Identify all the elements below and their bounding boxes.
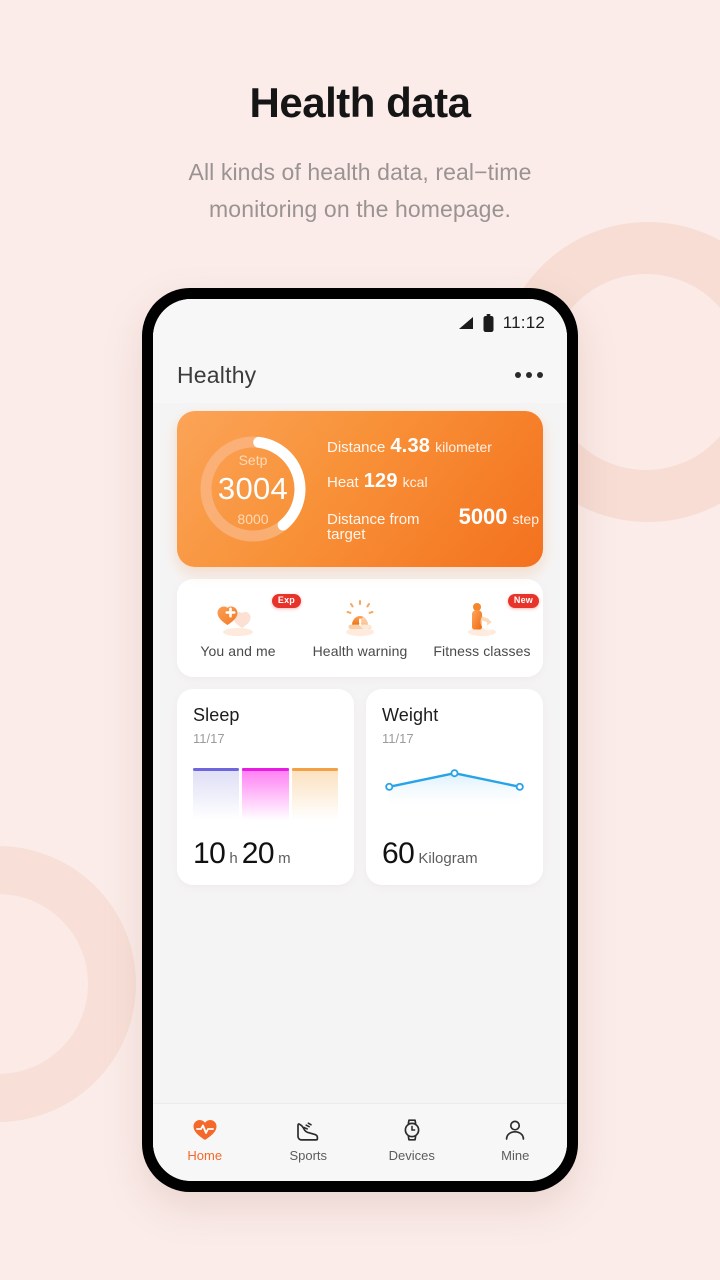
badge-new: New <box>507 593 539 608</box>
sleep-bars <box>193 768 339 820</box>
steps-goal: 8000 <box>237 510 269 527</box>
sleep-hours-unit: h <box>229 850 238 867</box>
phone-screen: 11:12 Healthy Setp 3004 8000 Distance 4.… <box>153 299 567 1181</box>
sleep-chart <box>193 756 339 837</box>
tab-sports[interactable]: Sports <box>257 1117 361 1163</box>
weight-value-row: 60 Kilogram <box>382 837 527 871</box>
weight-card-date: 11/17 <box>382 731 414 746</box>
shortcut-label-fitness-classes: Fitness classes <box>433 642 531 659</box>
steps-ring-text: Setp 3004 8000 <box>195 431 311 547</box>
stat-heat-value: 129 <box>363 470 398 492</box>
heart-pulse-icon <box>192 1117 218 1143</box>
page-title: Health data <box>249 79 471 126</box>
stat-heat: Heat 129 kcal <box>327 471 539 491</box>
shortcut-health-warning[interactable]: Health warning <box>299 598 421 659</box>
tab-mine[interactable]: Mine <box>464 1117 568 1163</box>
alarm-warning-icon <box>337 598 383 638</box>
stat-heat-unit: kcal <box>402 474 428 490</box>
signal-triangle-icon <box>458 317 473 329</box>
stat-target-label: Distance from target <box>327 511 420 543</box>
steps-value: 3004 <box>217 470 289 506</box>
weight-card[interactable]: Weight 11/17 60 Kilogram <box>366 689 543 885</box>
stat-target: Distance from target 5000 step <box>327 504 539 543</box>
weight-value: 60 <box>382 837 415 870</box>
tab-label-sports: Sports <box>289 1147 328 1163</box>
badge-exp: Exp <box>271 593 301 608</box>
shortcut-fitness-classes[interactable]: New Fitness classes <box>421 593 543 659</box>
app-header: Healthy <box>153 347 567 403</box>
stat-distance-unit: kilometer <box>435 439 492 455</box>
sleep-bar-1 <box>193 768 240 820</box>
tab-label-devices: Devices <box>388 1147 435 1163</box>
person-icon <box>502 1117 528 1143</box>
steps-summary-card[interactable]: Setp 3004 8000 Distance 4.38 kilometer H… <box>177 411 543 567</box>
metric-cards-row: Sleep 11/17 10 h 20 m Weight 11/17 60 Ki… <box>177 689 543 885</box>
shortcut-you-and-me[interactable]: Exp You and me <box>177 593 301 659</box>
status-bar-time: 11:12 <box>502 313 545 332</box>
stat-distance-value: 4.38 <box>390 435 431 457</box>
shortcuts-card: Exp You and me Health warning New Fitnes… <box>177 579 543 677</box>
stat-target-value: 5000 <box>458 504 508 529</box>
steps-progress-ring: Setp 3004 8000 <box>195 431 311 547</box>
shortcut-label-health-warning: Health warning <box>312 642 408 659</box>
tab-label-mine: Mine <box>501 1147 530 1163</box>
steps-label: Setp <box>238 451 268 468</box>
sleep-bar-3 <box>291 768 339 820</box>
more-options-icon[interactable] <box>515 366 543 384</box>
screen-content: Setp 3004 8000 Distance 4.38 kilometer H… <box>153 403 567 1103</box>
page-heading-block: Health data All kinds of health data, re… <box>0 78 720 227</box>
tab-devices[interactable]: Devices <box>360 1117 464 1163</box>
stat-target-unit: step <box>512 511 539 527</box>
sleep-minutes: 20 <box>241 837 275 870</box>
sleep-bar-2 <box>242 768 289 820</box>
sleep-minutes-unit: m <box>278 850 291 867</box>
sleep-card-title: Sleep <box>193 705 240 725</box>
shortcut-label-you-and-me: You and me <box>200 642 276 659</box>
stat-distance-label: Distance <box>327 439 386 456</box>
sleep-card[interactable]: Sleep 11/17 10 h 20 m <box>177 689 354 885</box>
watch-icon <box>399 1117 425 1143</box>
tab-home[interactable]: Home <box>153 1117 257 1163</box>
weight-chart <box>382 756 527 837</box>
status-bar: 11:12 <box>153 299 567 347</box>
sleep-hours: 10 <box>193 837 226 870</box>
page-subtitle-line2: monitoring on the homepage. <box>209 195 511 222</box>
weight-unit: Kilogram <box>418 850 478 867</box>
stat-heat-label: Heat <box>327 474 359 491</box>
page-subtitle: All kinds of health data, real−time moni… <box>0 154 720 227</box>
app-title: Healthy <box>177 361 257 388</box>
hearts-plus-icon <box>215 598 261 638</box>
fitness-play-icon <box>459 598 505 638</box>
sleep-card-date: 11/17 <box>193 731 225 746</box>
battery-full-icon <box>483 314 494 332</box>
tab-label-home: Home <box>187 1147 223 1163</box>
bottom-navigation: Home Sports Devices Mine <box>153 1103 567 1181</box>
running-shoe-icon <box>295 1117 321 1143</box>
steps-stats-list: Distance 4.38 kilometer Heat 129 kcal Di… <box>311 436 539 542</box>
phone-mockup: 11:12 Healthy Setp 3004 8000 Distance 4.… <box>142 288 578 1192</box>
sleep-duration: 10 h 20 m <box>193 837 338 871</box>
weight-card-title: Weight <box>382 705 439 725</box>
page-subtitle-line1: All kinds of health data, real−time <box>188 159 532 186</box>
stat-distance: Distance 4.38 kilometer <box>327 436 539 456</box>
